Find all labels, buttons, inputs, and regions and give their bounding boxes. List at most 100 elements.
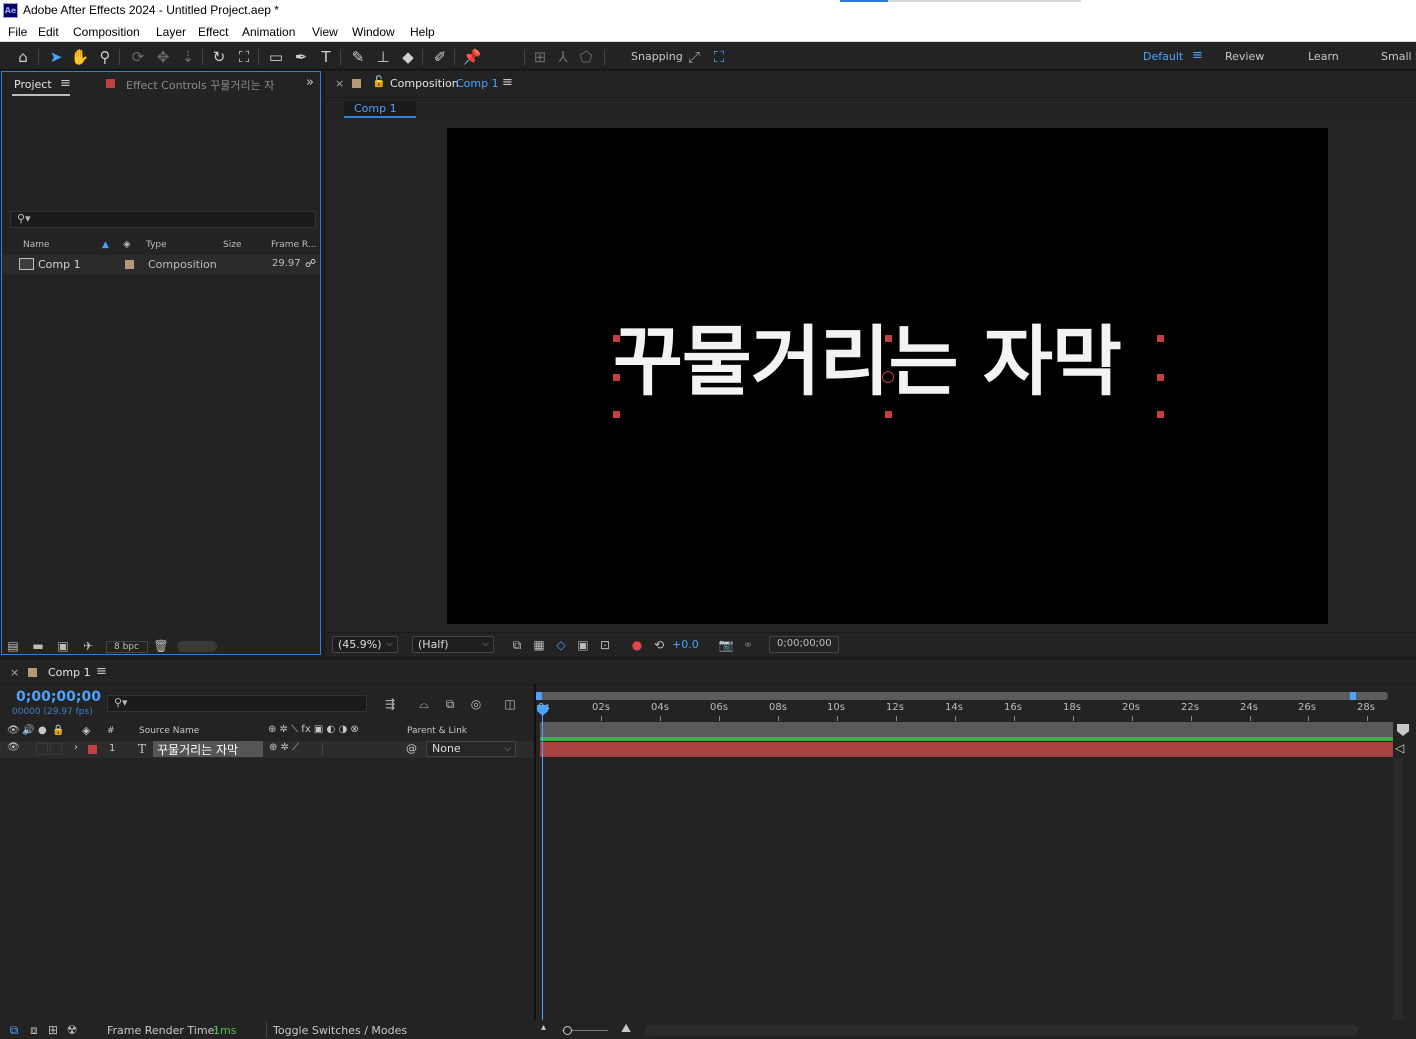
rotation-tool-icon[interactable]: ↻ — [208, 46, 230, 68]
navigator-start-handle[interactable] — [536, 692, 542, 700]
channel-icon[interactable]: ● — [629, 638, 645, 652]
bbox-handle-tc[interactable] — [885, 335, 892, 342]
new-folder-icon[interactable]: ▬ — [30, 639, 46, 653]
snap-features-icon[interactable]: ⛶ — [708, 46, 730, 68]
reset-exposure-icon[interactable]: ⟲ — [651, 638, 667, 652]
canvas-text-layer[interactable]: 꾸물거리는 자막 — [613, 317, 1122, 407]
puppet-pin-tool-icon[interactable]: 📌 — [461, 46, 483, 68]
item-label-color[interactable] — [125, 260, 134, 269]
solo-checkbox[interactable] — [36, 743, 48, 755]
column-frame-rate[interactable]: Frame R... — [271, 240, 316, 250]
composition-mini-flowchart-icon[interactable]: ⇶ — [382, 697, 398, 711]
column-name[interactable]: Name — [23, 240, 50, 250]
parent-dropdown[interactable]: None ⌵ — [426, 741, 516, 757]
graph-editor-icon[interactable]: ◫ — [502, 697, 518, 711]
menu-composition[interactable]: Composition — [73, 25, 140, 39]
table-row[interactable]: 👁 › 1 T 꾸물거리는 자막 ⊕ ✲ ⟋ @ None ⌵ — [0, 741, 534, 758]
pickwhip-icon[interactable]: @ — [406, 742, 417, 755]
grid-guides-icon[interactable]: ⊡ — [597, 638, 613, 652]
selection-tool-icon[interactable]: ➤ — [45, 46, 67, 68]
pan-camera-icon[interactable]: ✥ — [152, 46, 174, 68]
interpret-footage-icon[interactable]: ▤ — [5, 639, 21, 653]
local-axis-icon[interactable]: ⊞ — [529, 46, 551, 68]
composition-canvas[interactable]: 꾸물거리는 자막 — [447, 128, 1328, 624]
tab-composition-name[interactable]: Comp 1 — [456, 77, 499, 90]
project-search-input[interactable]: ⚲▾ — [10, 211, 316, 228]
bbox-handle-ml[interactable] — [613, 374, 620, 381]
bbox-handle-mr[interactable] — [1157, 374, 1164, 381]
zoom-slider-thumb[interactable] — [563, 1026, 572, 1035]
viewer-timecode[interactable]: 0;00;00;00 — [769, 636, 839, 653]
zoom-out-icon[interactable]: ▴ — [541, 1022, 546, 1033]
roto-brush-tool-icon[interactable]: ✐ — [429, 46, 451, 68]
dolly-camera-icon[interactable]: ⇣ — [177, 46, 199, 68]
menu-view[interactable]: View — [312, 25, 338, 39]
lock-checkbox[interactable] — [50, 743, 62, 755]
time-navigator[interactable] — [538, 692, 1388, 700]
menu-animation[interactable]: Animation — [242, 25, 295, 39]
tab-effect-controls[interactable]: Effect Controls 꾸물거리는 자 — [126, 77, 286, 93]
rectangle-tool-icon[interactable]: ▭ — [265, 46, 287, 68]
workspace-menu-icon[interactable]: ≡ — [1192, 48, 1203, 63]
modes-toggle-icon[interactable]: ⧈ — [26, 1023, 42, 1037]
exposure-value[interactable]: +0.0 — [672, 638, 699, 651]
audio-toggle-icon[interactable]: 🔊 — [22, 725, 34, 736]
zoom-in-icon[interactable]: ⛰ — [621, 1021, 631, 1036]
layer-switches-toggle-icon[interactable]: ⧉ — [6, 1023, 22, 1037]
layer-label-color[interactable] — [88, 745, 97, 754]
draft-3d-icon[interactable]: ⌓ — [416, 697, 432, 711]
solo-toggle-icon[interactable]: ● — [38, 725, 47, 736]
timeline-search-input[interactable]: ⚲▾ — [107, 695, 367, 712]
switch-cells[interactable] — [322, 743, 406, 755]
work-area-bar[interactable] — [540, 722, 1393, 737]
layer-duration-bar[interactable] — [540, 742, 1393, 757]
pen-tool-icon[interactable]: ✒ — [290, 46, 312, 68]
column-type[interactable]: Type — [146, 240, 167, 250]
timeline-vertical-scrollbar[interactable] — [1393, 758, 1403, 1020]
lock-icon[interactable]: 🔓 — [372, 75, 386, 88]
anchor-point-icon[interactable] — [882, 371, 894, 383]
label-tag-icon[interactable]: ◈ — [123, 239, 131, 250]
current-time-display[interactable]: 0;00;00;00 — [16, 689, 101, 705]
workspace-default[interactable]: Default — [1143, 50, 1183, 63]
region-of-interest-icon[interactable]: ▣ — [575, 638, 591, 652]
fast-previews-icon[interactable]: ⧉ — [509, 638, 525, 652]
video-toggle-icon[interactable]: 👁 — [7, 725, 20, 736]
adjust-project-settings-icon[interactable]: ✈ — [80, 639, 96, 653]
layer-switches-icons[interactable]: ⊕ ✲ ⟋ — [269, 742, 299, 753]
bbox-handle-bc[interactable] — [885, 411, 892, 418]
panel-overflow-icon[interactable]: » — [306, 75, 314, 90]
workspace-review[interactable]: Review — [1225, 50, 1264, 63]
eraser-tool-icon[interactable]: ◆ — [397, 46, 419, 68]
brush-tool-icon[interactable]: ✎ — [347, 46, 369, 68]
toggle-switches-button[interactable]: Toggle Switches / Modes — [266, 1022, 407, 1038]
flowchart-icon[interactable]: ☍ — [305, 257, 316, 270]
menu-effect[interactable]: Effect — [198, 25, 228, 39]
bbox-handle-br[interactable] — [1157, 411, 1164, 418]
bpc-button[interactable]: 8 bpc — [106, 641, 148, 653]
view-axis-icon[interactable]: ⬠ — [575, 46, 597, 68]
layer-out-point-icon[interactable]: ◁ — [1395, 741, 1404, 755]
panel-menu-icon[interactable]: ≡ — [60, 76, 71, 91]
mask-visibility-icon[interactable]: ◇ — [553, 638, 569, 652]
label-tag-icon[interactable]: ◈ — [82, 724, 90, 737]
comp-breadcrumb[interactable]: Comp 1 — [344, 101, 416, 118]
menu-edit[interactable]: Edit — [38, 25, 59, 39]
show-snapshot-icon[interactable]: ⚭ — [740, 638, 756, 652]
world-axis-icon[interactable]: ⅄ — [552, 46, 574, 68]
tab-composition[interactable]: Composition — [390, 77, 459, 90]
snapshot-camera-icon[interactable]: 📷 — [718, 638, 734, 652]
hide-shy-layers-icon[interactable]: ⧉ — [442, 697, 458, 711]
column-size[interactable]: Size — [223, 240, 241, 250]
orbit-camera-icon[interactable]: ⟳ — [127, 46, 149, 68]
workspace-learn[interactable]: Learn — [1308, 50, 1339, 63]
frame-blending-icon[interactable]: ◎ — [468, 697, 484, 711]
timeline-scrollbar[interactable] — [645, 1025, 1358, 1036]
new-composition-icon[interactable]: ▣ — [55, 639, 71, 653]
transparency-grid-icon[interactable]: ▦ — [531, 638, 547, 652]
type-tool-icon[interactable]: T — [315, 46, 337, 68]
layer-name-field[interactable]: 꾸물거리는 자막 — [153, 741, 263, 757]
column-parent-link[interactable]: Parent & Link — [407, 726, 467, 736]
navigator-end-handle[interactable] — [1350, 692, 1356, 700]
in-out-toggle-icon[interactable]: ⊞ — [45, 1023, 61, 1037]
